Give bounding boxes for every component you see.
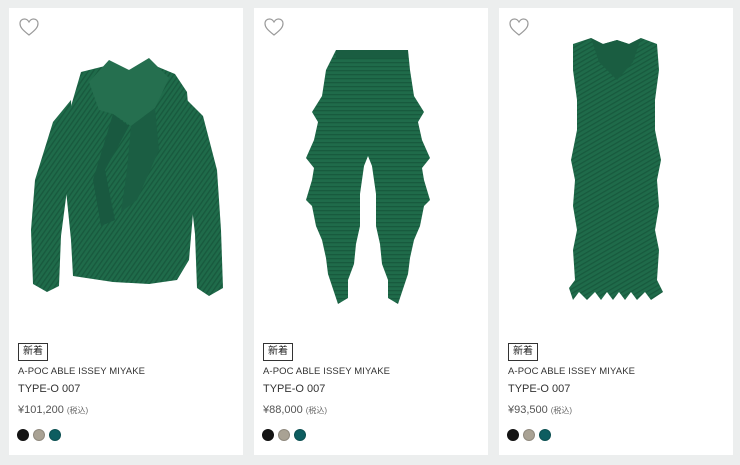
product-grid: 新着 A-POC ABLE ISSEY MIYAKE TYPE-O 007 ¥1…	[0, 0, 740, 465]
price-value: ¥101,200	[18, 404, 64, 416]
new-arrival-badge: 新着	[508, 343, 538, 361]
price-value: ¥88,000	[263, 404, 303, 416]
new-arrival-badge: 新着	[18, 343, 48, 361]
product-price: ¥93,500 (税込)	[508, 404, 572, 416]
product-brand[interactable]: A-POC ABLE ISSEY MIYAKE	[18, 366, 145, 377]
product-card[interactable]: 新着 A-POC ABLE ISSEY MIYAKE TYPE-O 007 ¥8…	[254, 8, 488, 455]
color-swatch-teal[interactable]	[294, 429, 306, 441]
product-image-jacket[interactable]	[9, 30, 243, 322]
color-swatches	[17, 429, 61, 441]
product-brand[interactable]: A-POC ABLE ISSEY MIYAKE	[508, 366, 635, 377]
color-swatch-beige[interactable]	[33, 429, 45, 441]
color-swatch-black[interactable]	[17, 429, 29, 441]
product-card[interactable]: 新着 A-POC ABLE ISSEY MIYAKE TYPE-O 007 ¥9…	[499, 8, 733, 455]
product-image-pants[interactable]	[254, 30, 488, 322]
color-swatch-black[interactable]	[262, 429, 274, 441]
product-image-dress[interactable]	[499, 30, 733, 322]
tax-note: (税込)	[550, 406, 573, 415]
product-card[interactable]: 新着 A-POC ABLE ISSEY MIYAKE TYPE-O 007 ¥1…	[9, 8, 243, 455]
color-swatches	[262, 429, 306, 441]
product-name[interactable]: TYPE-O 007	[263, 383, 325, 395]
product-name[interactable]: TYPE-O 007	[508, 383, 570, 395]
color-swatch-teal[interactable]	[539, 429, 551, 441]
product-brand[interactable]: A-POC ABLE ISSEY MIYAKE	[263, 366, 390, 377]
product-price: ¥88,000 (税込)	[263, 404, 327, 416]
color-swatch-teal[interactable]	[49, 429, 61, 441]
color-swatch-beige[interactable]	[278, 429, 290, 441]
product-name[interactable]: TYPE-O 007	[18, 383, 80, 395]
color-swatch-beige[interactable]	[523, 429, 535, 441]
color-swatches	[507, 429, 551, 441]
price-value: ¥93,500	[508, 404, 548, 416]
tax-note: (税込)	[305, 406, 328, 415]
product-price: ¥101,200 (税込)	[18, 404, 88, 416]
color-swatch-black[interactable]	[507, 429, 519, 441]
tax-note: (税込)	[66, 406, 89, 415]
new-arrival-badge: 新着	[263, 343, 293, 361]
